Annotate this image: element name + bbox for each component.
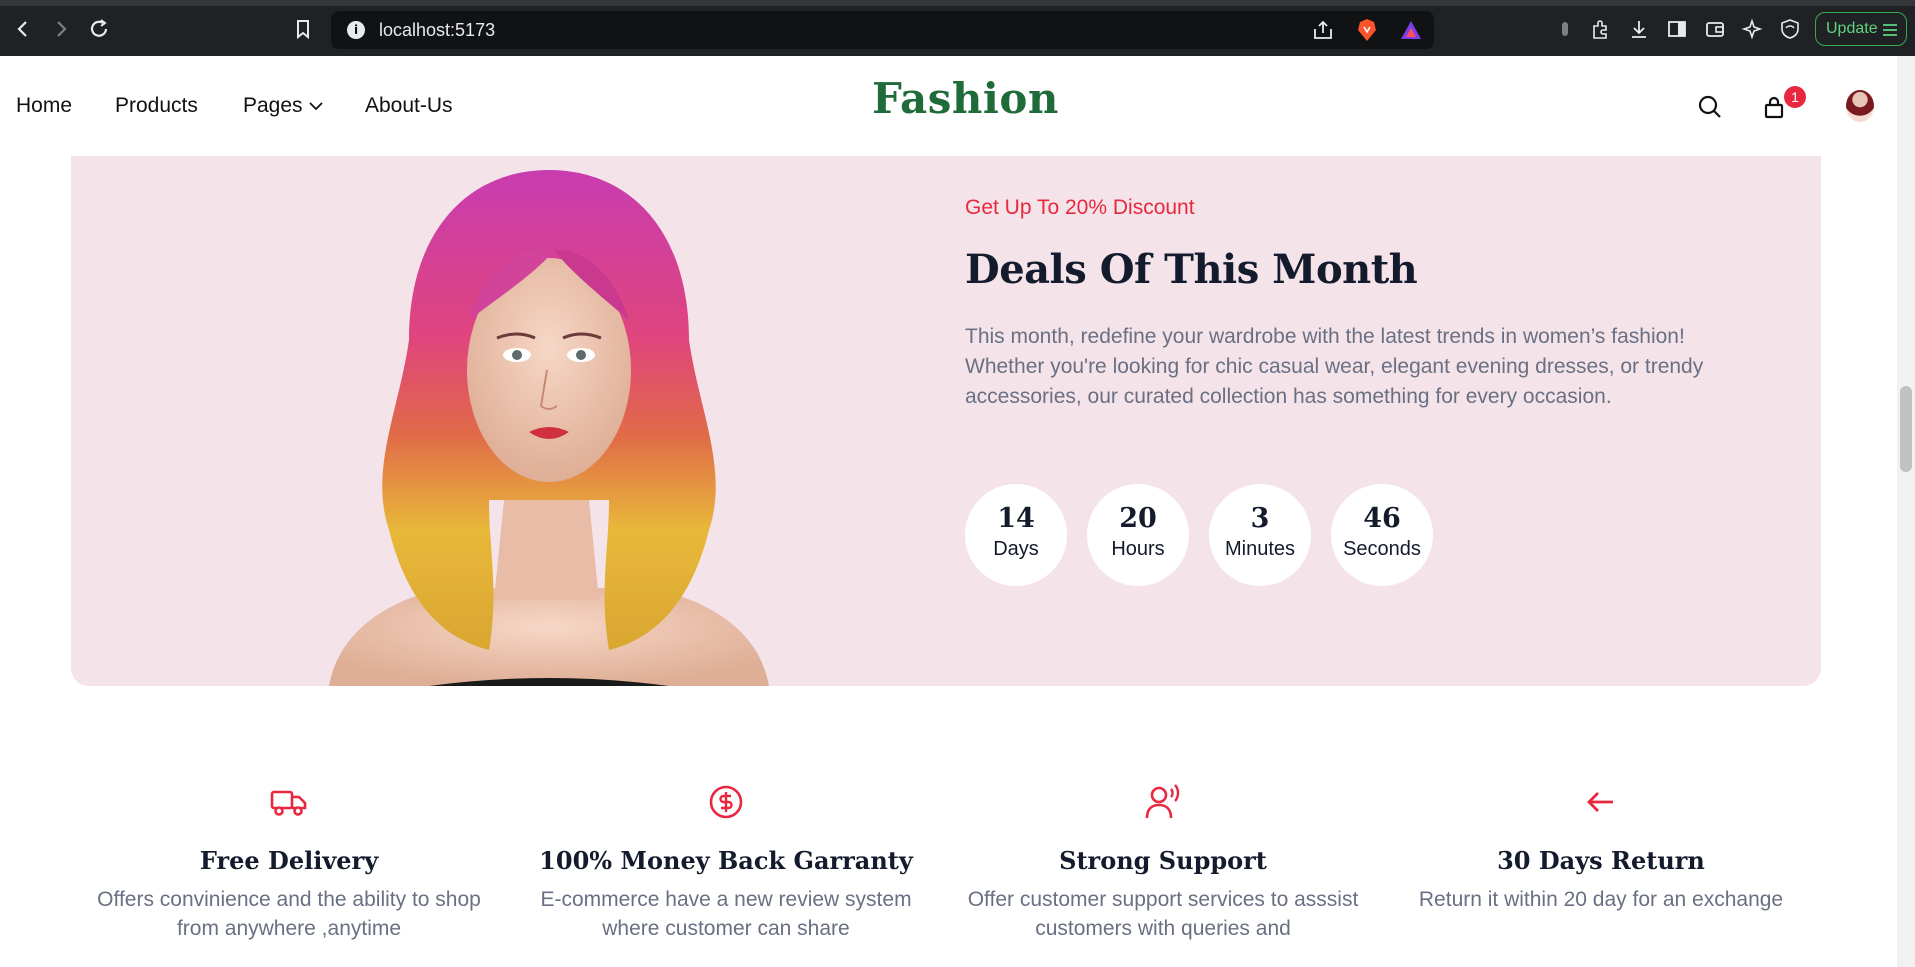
countdown: 14 Days 20 Hours 3 Minutes 46 Seconds: [965, 484, 1433, 586]
leo-ai-icon[interactable]: [1741, 18, 1763, 40]
chevron-down-icon: [309, 102, 324, 111]
brave-rewards-icon[interactable]: [1399, 19, 1423, 41]
countdown-value: 46: [1363, 503, 1401, 534]
feature-title: 30 Days Return: [1497, 846, 1705, 875]
nav-products[interactable]: Products: [115, 94, 198, 118]
tab-strip-edge: [0, 0, 1915, 6]
menu-icon: [1883, 24, 1897, 36]
feature-description: Offers convinience and the ability to sh…: [97, 888, 481, 940]
features-section: Free Delivery Offers convinience and the…: [0, 780, 1897, 967]
page-scrollbar[interactable]: [1897, 56, 1915, 967]
bookmark-icon[interactable]: [290, 16, 316, 42]
browser-toolbar: i localhost:5173 Update: [0, 0, 1915, 56]
feature-strong-support: Strong Support Offer customer support se…: [953, 780, 1373, 943]
truck-icon: [270, 790, 307, 816]
reload-icon[interactable]: [86, 16, 112, 42]
vpn-shield-icon[interactable]: [1779, 18, 1801, 40]
feature-description: Offer customer support services to asssi…: [967, 888, 1359, 940]
site-info-icon[interactable]: i: [347, 21, 365, 39]
countdown-seconds: 46 Seconds: [1331, 484, 1433, 586]
nav-pages-label: Pages: [243, 94, 303, 117]
scrollbar-thumb[interactable]: [1900, 386, 1912, 472]
brave-shield-icon[interactable]: [1356, 18, 1378, 42]
countdown-days: 14 Days: [965, 484, 1067, 586]
update-button[interactable]: Update: [1815, 12, 1907, 46]
feature-30-days-return: 30 Days Return Return it within 20 day f…: [1391, 780, 1811, 914]
share-icon[interactable]: [1311, 19, 1335, 41]
countdown-label: Minutes: [1224, 538, 1296, 560]
user-avatar[interactable]: [1846, 90, 1874, 122]
arrow-left-icon: [1587, 792, 1613, 812]
countdown-minutes: 3 Minutes: [1209, 484, 1311, 586]
deals-description: This month, redefine your wardrobe with …: [965, 325, 1704, 408]
extensions-puzzle-icon[interactable]: [1590, 18, 1612, 40]
forward-icon[interactable]: [48, 16, 74, 42]
countdown-label: Seconds: [1343, 538, 1421, 560]
nav-pages[interactable]: Pages: [243, 94, 324, 118]
countdown-value: 3: [1250, 503, 1270, 534]
feature-description: E-commerce have a new review system wher…: [540, 888, 912, 940]
site-header: Home Products Pages About-Us Fashion 1: [0, 56, 1897, 156]
nav-home[interactable]: Home: [16, 94, 72, 118]
feature-title: Strong Support: [1059, 846, 1267, 875]
extension-dot-icon[interactable]: [1554, 18, 1576, 40]
feature-money-back: 100% Money Back Garranty E-commerce have…: [516, 780, 936, 943]
model-image: [329, 170, 769, 686]
feature-title: 100% Money Back Garranty: [539, 846, 913, 875]
nav-about-us[interactable]: About-Us: [365, 94, 453, 118]
wallet-icon[interactable]: [1704, 18, 1726, 40]
feature-title: Free Delivery: [199, 846, 379, 875]
countdown-value: 14: [997, 503, 1035, 534]
cart-count-badge: 1: [1784, 86, 1806, 108]
deals-title: Deals Of This Month: [965, 246, 1418, 293]
update-label: Update: [1826, 20, 1878, 37]
address-bar[interactable]: i localhost:5173: [331, 11, 1434, 49]
brand-logo[interactable]: Fashion: [872, 74, 1059, 123]
sidebar-icon[interactable]: [1666, 18, 1688, 40]
discount-label: Get Up To 20% Discount: [965, 196, 1195, 219]
countdown-label: Days: [993, 538, 1039, 560]
feature-description: Return it within 20 day for an exchange: [1418, 888, 1784, 911]
back-icon[interactable]: [10, 16, 36, 42]
countdown-hours: 20 Hours: [1087, 484, 1189, 586]
deals-section: Get Up To 20% Discount Deals Of This Mon…: [71, 156, 1821, 686]
dollar-icon: [709, 785, 743, 819]
url-text[interactable]: localhost:5173: [379, 20, 495, 41]
download-icon[interactable]: [1628, 18, 1650, 40]
feature-free-delivery: Free Delivery Offers convinience and the…: [79, 780, 499, 943]
countdown-value: 20: [1119, 503, 1157, 534]
support-icon: [1145, 784, 1180, 819]
search-icon[interactable]: [1697, 94, 1723, 120]
cart-icon[interactable]: [1762, 96, 1786, 120]
countdown-label: Hours: [1111, 538, 1165, 560]
